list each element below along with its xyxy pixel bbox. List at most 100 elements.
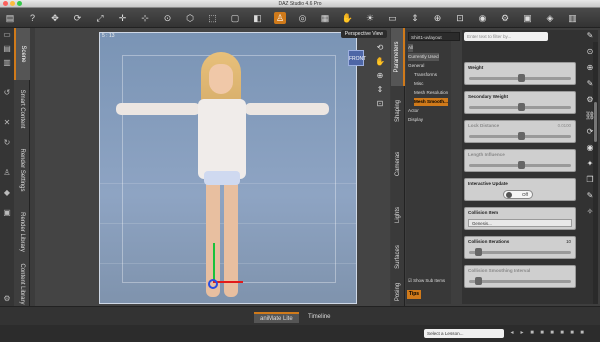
render-icon[interactable]: ◉ bbox=[477, 12, 489, 24]
tab-scene[interactable]: Scene bbox=[14, 28, 30, 80]
link-icon[interactable]: ⛓ bbox=[584, 110, 596, 122]
tab-timeline[interactable]: Timeline bbox=[302, 312, 336, 323]
tab-lights[interactable]: Lights bbox=[391, 194, 405, 236]
node-icon[interactable]: ⊙ bbox=[162, 12, 174, 24]
parameter-row[interactable]: Secondary Weight bbox=[464, 91, 576, 114]
figure-right-arm[interactable] bbox=[245, 103, 329, 115]
tab-content-library[interactable]: Content Library bbox=[14, 262, 30, 306]
figure-right-leg[interactable] bbox=[224, 179, 238, 297]
parameter-row[interactable]: Collision Smoothing Interval bbox=[464, 265, 576, 288]
tree-item[interactable]: Actor bbox=[408, 107, 419, 115]
star-icon[interactable]: ✦ bbox=[584, 158, 596, 170]
zoom-icon[interactable]: ⊕ bbox=[374, 70, 386, 82]
slider-knob[interactable] bbox=[517, 103, 525, 111]
pan-icon[interactable]: ✋ bbox=[374, 56, 386, 68]
filter-icon[interactable]: ⚙ bbox=[584, 94, 596, 106]
spot-render-icon[interactable]: ▦ bbox=[319, 12, 331, 24]
slider-knob[interactable] bbox=[474, 248, 482, 256]
viewport[interactable]: 5 : 13 Perspective View FRONT ⟲ ✋ ⊕ ⇕ ⊡ bbox=[35, 28, 390, 306]
dolly-icon[interactable]: ⇕ bbox=[409, 12, 421, 24]
save-icon[interactable]: ▥ bbox=[2, 58, 12, 68]
tree-item[interactable]: Display bbox=[408, 116, 423, 124]
file-icon[interactable]: ▤ bbox=[4, 12, 16, 24]
prop-icon[interactable]: ◆ bbox=[2, 188, 12, 198]
universal-icon[interactable]: ✛ bbox=[117, 12, 129, 24]
close-lesson-icon[interactable]: ■ bbox=[568, 329, 576, 337]
filter-input[interactable]: Enter text to filter by... bbox=[464, 32, 548, 41]
tab-smart-content[interactable]: Smart Content bbox=[14, 82, 30, 136]
pan-icon[interactable]: ✋ bbox=[342, 12, 354, 24]
help-icon[interactable]: ? bbox=[27, 12, 39, 24]
scale-icon[interactable]: ⤢ bbox=[94, 12, 106, 24]
tab-render-settings[interactable]: Render Settings bbox=[14, 138, 30, 202]
save-render-icon[interactable]: ▣ bbox=[522, 12, 534, 24]
parameter-row[interactable]: Lock Distance 0.0100 bbox=[464, 120, 576, 143]
step-icon[interactable]: ■ bbox=[528, 329, 536, 337]
resize-grip-icon[interactable]: ■ bbox=[578, 329, 586, 337]
frame-icon[interactable]: ⊡ bbox=[454, 12, 466, 24]
parameter-row[interactable]: Collision Item Genesis... bbox=[464, 207, 576, 230]
parameter-row[interactable]: Collision Iterations 10 bbox=[464, 236, 576, 259]
view-cube[interactable]: FRONT bbox=[348, 50, 366, 66]
joint-icon[interactable]: ⊹ bbox=[139, 12, 151, 24]
settings-icon[interactable]: ⚙ bbox=[2, 294, 12, 304]
prev-lesson-icon[interactable]: ◂ bbox=[508, 329, 516, 337]
orbit-icon[interactable]: ⟲ bbox=[374, 42, 386, 54]
delete-icon[interactable]: ✕ bbox=[2, 118, 12, 128]
brush-icon[interactable]: ✎ bbox=[584, 190, 596, 202]
slider-knob[interactable] bbox=[474, 277, 482, 285]
light-icon[interactable]: ☀ bbox=[364, 12, 376, 24]
y-axis-gizmo[interactable] bbox=[213, 243, 215, 283]
lesson-selector[interactable]: Select a Lesson... bbox=[424, 329, 504, 338]
copy-icon[interactable]: ❐ bbox=[584, 174, 596, 186]
geometry-icon[interactable]: ⬡ bbox=[184, 12, 196, 24]
pin-icon[interactable]: ✎ bbox=[584, 30, 596, 42]
tab-render-library[interactable]: Render Library bbox=[14, 204, 30, 260]
tab-parameters[interactable]: Parameters bbox=[391, 28, 405, 86]
tab-posing[interactable]: Posing bbox=[391, 278, 405, 306]
pencil-icon[interactable]: ✎ bbox=[584, 78, 596, 90]
info-icon[interactable]: ■ bbox=[558, 329, 566, 337]
rotate-icon[interactable]: ⟳ bbox=[72, 12, 84, 24]
dolly-icon[interactable]: ⇕ bbox=[374, 84, 386, 96]
refresh-icon[interactable]: ⟳ bbox=[584, 126, 596, 138]
list-icon[interactable]: ■ bbox=[548, 329, 556, 337]
parameter-row[interactable]: Interactive Update Off bbox=[464, 178, 576, 201]
tips-button[interactable]: Tips bbox=[407, 290, 421, 299]
surface-icon[interactable]: ◧ bbox=[252, 12, 264, 24]
gear-icon[interactable]: ⊕ bbox=[584, 62, 596, 74]
slider-track[interactable] bbox=[469, 251, 571, 254]
viewport-scene[interactable]: 5 : 13 bbox=[99, 32, 357, 304]
iray-icon[interactable]: ◈ bbox=[544, 12, 556, 24]
tree-item[interactable]: Mesh Smooth... bbox=[414, 98, 448, 106]
parameter-value[interactable]: 0.0100 bbox=[558, 123, 571, 128]
figure-shirt[interactable] bbox=[198, 99, 246, 179]
z-axis-gizmo[interactable] bbox=[208, 279, 218, 289]
figure-icon[interactable]: ♙ bbox=[2, 168, 12, 178]
tree-item[interactable]: Currently Used bbox=[408, 53, 439, 61]
collision-item-dropdown[interactable]: Genesis... bbox=[468, 219, 572, 227]
show-sub-items-checkbox[interactable]: ☑ Show Sub Items bbox=[408, 278, 445, 284]
figure-left-arm[interactable] bbox=[116, 103, 200, 115]
tab-surfaces[interactable]: Surfaces bbox=[391, 238, 405, 276]
lock-icon[interactable]: ⊙ bbox=[584, 46, 596, 58]
tree-item[interactable]: Transforms bbox=[414, 71, 437, 79]
parameter-row[interactable]: Weight bbox=[464, 62, 576, 85]
orbit-icon[interactable]: ◎ bbox=[297, 12, 309, 24]
region-icon[interactable]: ▢ bbox=[229, 12, 241, 24]
slider-knob[interactable] bbox=[517, 161, 525, 169]
camera-icon[interactable]: ▭ bbox=[387, 12, 399, 24]
camera-selector[interactable]: Perspective View bbox=[340, 30, 387, 38]
tree-item[interactable]: All bbox=[408, 44, 414, 52]
play-lesson-icon[interactable]: ▸ bbox=[518, 329, 526, 337]
select-icon[interactable]: ⬚ bbox=[207, 12, 219, 24]
camera-add-icon[interactable]: ▣ bbox=[2, 208, 12, 218]
tree-item[interactable]: Misc bbox=[414, 80, 423, 88]
figure-shorts[interactable] bbox=[204, 171, 240, 185]
move-icon[interactable]: ✥ bbox=[49, 12, 61, 24]
key-icon[interactable]: ✧ bbox=[584, 206, 596, 218]
new-icon[interactable]: ▭ bbox=[2, 30, 12, 40]
parameter-value[interactable]: 10 bbox=[566, 239, 571, 244]
active-pose-icon[interactable]: ♙ bbox=[274, 12, 286, 24]
slider-knob[interactable] bbox=[517, 74, 525, 82]
